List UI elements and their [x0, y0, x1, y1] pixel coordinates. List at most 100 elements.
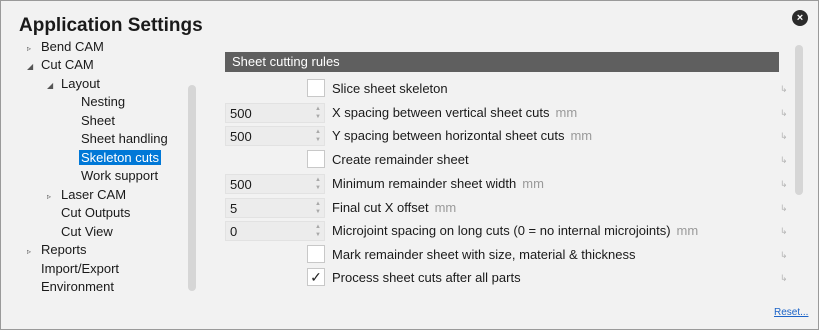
- setting-label: Microjoint spacing on long cuts (0 = no …: [332, 220, 698, 242]
- setting-label: X spacing between vertical sheet cuts mm: [332, 102, 577, 124]
- setting-label-text: Create remainder sheet: [332, 152, 469, 167]
- tree-item-work-support[interactable]: Work support: [67, 167, 160, 185]
- reset-default-icon[interactable]: ↳: [780, 131, 788, 142]
- setting-label-text: Slice sheet skeleton: [332, 81, 448, 96]
- section-header: Sheet cutting rules: [225, 52, 779, 72]
- stepper-arrows-icon[interactable]: ▲ ▼: [314, 200, 322, 216]
- number-stepper[interactable]: ▲▼: [225, 103, 325, 123]
- expanded-arrow-icon[interactable]: ◢: [27, 58, 39, 76]
- tree-item-sheet-handling[interactable]: Sheet handling: [67, 130, 170, 148]
- reset-default-icon[interactable]: ↳: [780, 250, 788, 261]
- tree-item-sheet[interactable]: Sheet: [67, 112, 117, 130]
- tree-item-laser-cam[interactable]: ▹ Laser CAM: [47, 186, 128, 204]
- tree-item-nesting[interactable]: Nesting: [67, 93, 127, 111]
- setting-row: ▲▼ Microjoint spacing on long cuts (0 = n…: [225, 220, 788, 242]
- checkbox[interactable]: [307, 79, 325, 97]
- unit-label: mm: [555, 105, 578, 120]
- tree-scrollbar[interactable]: [188, 85, 196, 291]
- tree-item-layout[interactable]: ◢ Layout: [47, 75, 102, 93]
- unit-label: mm: [522, 176, 544, 191]
- reset-default-icon[interactable]: ↳: [780, 84, 788, 95]
- tree-item-label: Skeleton cuts: [79, 150, 162, 165]
- setting-label: Mark remainder sheet with size, material…: [332, 244, 635, 266]
- tree-item-label: Cut Outputs: [61, 205, 131, 220]
- tree-item-skeleton-cuts[interactable]: Skeleton cuts: [67, 149, 162, 167]
- tree-item-environment[interactable]: Environment: [27, 278, 116, 296]
- tree-item-import-export[interactable]: Import/Export: [27, 260, 121, 278]
- close-icon[interactable]: ×: [792, 10, 808, 26]
- setting-row: ▲▼ Final cut X offset mm ↳: [225, 197, 788, 219]
- tree-item-label: Sheet handling: [81, 131, 168, 146]
- setting-label: Process sheet cuts after all parts: [332, 267, 521, 289]
- tree-item-label: Import/Export: [41, 261, 120, 276]
- settings-tree: ▹ Bend CAM ◢ Cut CAM ◢ Layout Nesting Sheet Shee…: [25, 41, 197, 297]
- unit-label: mm: [570, 128, 593, 143]
- tree-item-cut-cam[interactable]: ◢ Cut CAM: [27, 56, 96, 74]
- number-stepper[interactable]: ▲▼: [225, 221, 325, 241]
- setting-label-text: Microjoint spacing on long cuts (0 = no …: [332, 223, 671, 238]
- unit-label: mm: [434, 200, 457, 215]
- reset-default-icon[interactable]: ↳: [780, 273, 788, 284]
- stepper-arrows-icon[interactable]: ▲ ▼: [314, 105, 322, 121]
- tree-item-label: Sheet: [81, 113, 115, 128]
- setting-label: Final cut X offset mm: [332, 197, 456, 219]
- setting-label-text: Minimum remainder sheet width: [332, 176, 517, 191]
- tree-item-label: Environment: [41, 279, 114, 294]
- stepper-arrows-icon[interactable]: ▲ ▼: [314, 176, 322, 192]
- unit-label: mm: [676, 223, 699, 238]
- reset-link[interactable]: Reset...: [774, 307, 808, 318]
- collapsed-arrow-icon[interactable]: ▹: [27, 243, 39, 261]
- number-input[interactable]: [226, 104, 308, 122]
- number-stepper[interactable]: ▲▼: [225, 198, 325, 218]
- setting-row: Slice sheet skeleton ↳: [225, 78, 788, 100]
- setting-label: Slice sheet skeleton: [332, 78, 448, 100]
- tree-item-label: Layout: [61, 76, 101, 91]
- reset-default-icon[interactable]: ↳: [780, 179, 788, 190]
- setting-label-text: Final cut X offset: [332, 200, 429, 215]
- tree-item-label: Laser CAM: [61, 187, 127, 202]
- stepper-arrows-icon[interactable]: ▲ ▼: [314, 128, 322, 144]
- panel-scrollbar[interactable]: [795, 45, 803, 195]
- tree-item-reports[interactable]: ▹ Reports: [27, 241, 89, 259]
- tree-item-cut-view[interactable]: Cut View: [47, 223, 115, 241]
- number-input[interactable]: [226, 175, 308, 193]
- setting-label-text: Mark remainder sheet with size, material…: [332, 247, 636, 262]
- reset-default-icon[interactable]: ↳: [780, 203, 788, 214]
- setting-label: Y spacing between horizontal sheet cuts m…: [332, 125, 592, 147]
- checkmark-icon: ✓: [310, 269, 322, 285]
- reset-default-icon[interactable]: ↳: [780, 226, 788, 237]
- dialog-title: Application Settings: [19, 15, 203, 36]
- checkbox[interactable]: [307, 150, 325, 168]
- settings-dialog: Application Settings × ▹ Bend CAM ◢ Cut CAM…: [0, 0, 819, 330]
- number-input[interactable]: [226, 222, 308, 240]
- setting-row: ▲▼ Y spacing between horizontal sheet cut…: [225, 125, 788, 147]
- setting-row: Create remainder sheet ↳: [225, 149, 788, 171]
- setting-row: ▲▼ X spacing between vertical sheet cuts m…: [225, 102, 788, 124]
- setting-label: Create remainder sheet: [332, 149, 469, 171]
- number-stepper[interactable]: ▲▼: [225, 174, 325, 194]
- number-input[interactable]: [226, 127, 308, 145]
- setting-label-text: Y spacing between horizontal sheet cuts: [332, 128, 565, 143]
- tree-item-label: Cut CAM: [41, 57, 94, 72]
- tree-item-label: Bend CAM: [41, 41, 104, 54]
- expanded-arrow-icon[interactable]: ◢: [47, 77, 59, 95]
- tree-item-bend-cam[interactable]: ▹ Bend CAM: [27, 41, 106, 56]
- setting-row: ▲▼ Minimum remainder sheet width mm ↳: [225, 173, 788, 195]
- reset-default-icon[interactable]: ↳: [780, 108, 788, 119]
- tree-item-cut-outputs[interactable]: Cut Outputs: [47, 204, 132, 222]
- setting-label-text: Process sheet cuts after all parts: [332, 270, 521, 285]
- tree-item-label: Work support: [81, 168, 159, 183]
- setting-row: ✓ Process sheet cuts after all parts ↳: [225, 267, 788, 289]
- checkbox[interactable]: ✓: [307, 268, 325, 286]
- setting-row: Mark remainder sheet with size, material…: [225, 244, 788, 266]
- tree-item-label: Nesting: [81, 94, 126, 109]
- tree-item-label: Reports: [41, 242, 87, 257]
- number-stepper[interactable]: ▲▼: [225, 126, 325, 146]
- setting-label: Minimum remainder sheet width mm: [332, 173, 544, 195]
- setting-label-text: X spacing between vertical sheet cuts: [332, 105, 550, 120]
- number-input[interactable]: [226, 199, 308, 217]
- stepper-arrows-icon[interactable]: ▲ ▼: [314, 223, 322, 239]
- tree-item-label: Cut View: [61, 224, 113, 239]
- reset-default-icon[interactable]: ↳: [780, 155, 788, 166]
- checkbox[interactable]: [307, 245, 325, 263]
